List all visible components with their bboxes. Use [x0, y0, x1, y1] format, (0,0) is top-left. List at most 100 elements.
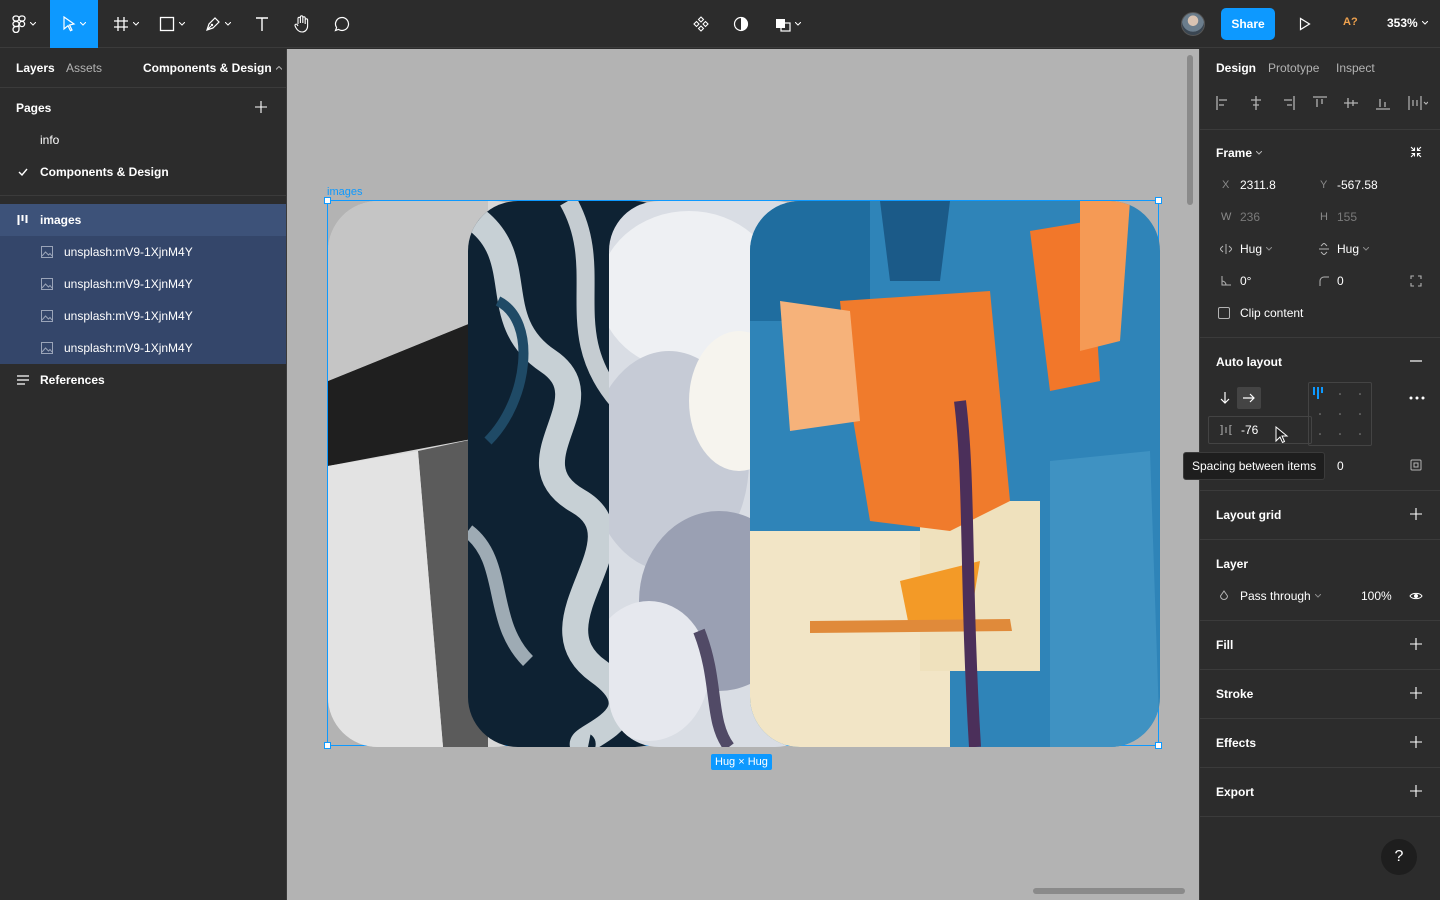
corner-radius-field[interactable]: 0 — [1337, 274, 1344, 288]
corner-radius-icon — [1319, 276, 1329, 286]
component-diamonds-icon — [693, 16, 709, 32]
tab-assets[interactable]: Assets — [66, 61, 102, 75]
align-right-icon[interactable] — [1281, 96, 1295, 110]
rotation-icon — [1221, 276, 1231, 286]
frame-tool-button[interactable] — [106, 0, 146, 48]
x-label: X — [1222, 179, 1230, 191]
resize-handle-bottom-left[interactable] — [324, 742, 331, 749]
design-canvas[interactable]: images Hug × Hug — [287, 49, 1199, 900]
height-field[interactable]: 155 — [1337, 210, 1357, 224]
individual-padding-icon[interactable] — [1410, 459, 1422, 471]
zoom-dropdown[interactable]: 353% — [1387, 16, 1428, 30]
share-button[interactable]: Share — [1221, 8, 1275, 40]
width-field[interactable]: 236 — [1240, 210, 1260, 224]
tab-layers[interactable]: Layers — [16, 61, 55, 75]
page-selector-label: Components & Design — [143, 61, 272, 75]
layer-image[interactable]: unsplash:mV9-1XjnM4Y — [0, 268, 286, 300]
spacing-field-box[interactable]: -76 — [1208, 416, 1312, 444]
add-page-button[interactable] — [255, 101, 267, 113]
text-tool-button[interactable] — [248, 0, 276, 48]
layer-references[interactable]: References — [0, 364, 286, 396]
eye-visibility-icon[interactable] — [1409, 591, 1423, 601]
cursor-arrow-icon — [63, 16, 76, 32]
rectangle-icon — [159, 16, 175, 32]
effects-section-title: Effects — [1216, 736, 1257, 750]
frame-name-label[interactable]: images — [327, 186, 362, 198]
divider — [1200, 718, 1440, 719]
add-export-plus-icon[interactable] — [1410, 785, 1422, 797]
divider — [1200, 669, 1440, 670]
layer-image[interactable]: unsplash:mV9-1XjnM4Y — [0, 236, 286, 268]
align-vertical-center-icon[interactable] — [1344, 96, 1358, 110]
w-label: W — [1221, 211, 1232, 223]
clip-content-checkbox[interactable] — [1218, 307, 1230, 319]
main-menu-button[interactable] — [0, 0, 48, 48]
blend-mode-dropdown[interactable]: Pass through — [1240, 589, 1321, 603]
vertical-resizing-value: Hug — [1337, 242, 1360, 256]
boolean-ops-button[interactable] — [768, 0, 808, 48]
frame-type-dropdown[interactable]: Frame — [1216, 146, 1263, 160]
rotation-field[interactable]: 0° — [1240, 274, 1251, 288]
layer-image[interactable]: unsplash:mV9-1XjnM4Y — [0, 332, 286, 364]
add-effect-plus-icon[interactable] — [1410, 736, 1422, 748]
y-field[interactable]: -567.58 — [1337, 178, 1378, 192]
help-button[interactable]: ? — [1381, 839, 1417, 875]
direction-horizontal-button[interactable] — [1237, 387, 1261, 409]
accessibility-badge[interactable]: A? — [1343, 16, 1358, 28]
collapse-arrows-icon[interactable] — [1410, 146, 1422, 158]
resize-handle-top-right[interactable] — [1155, 197, 1162, 204]
distribute-icon[interactable] — [1408, 96, 1428, 110]
tab-design[interactable]: Design — [1216, 61, 1256, 75]
painting-image — [750, 201, 1160, 747]
layer-image[interactable]: unsplash:mV9-1XjnM4Y — [0, 300, 286, 332]
horizontal-resizing-dropdown[interactable]: Hug — [1240, 242, 1273, 256]
comment-tool-button[interactable] — [328, 0, 356, 48]
add-layout-grid-plus-icon[interactable] — [1410, 508, 1422, 520]
tooltip: Spacing between items — [1183, 452, 1326, 480]
page-item-info[interactable]: info — [0, 124, 286, 156]
padding-field[interactable]: 0 — [1337, 459, 1344, 473]
page-item-components-design[interactable]: Components & Design — [0, 156, 286, 188]
add-stroke-plus-icon[interactable] — [1410, 687, 1422, 699]
contrast-half-circle-icon — [733, 16, 749, 32]
more-options-icon[interactable] — [1409, 396, 1425, 400]
horizontal-scrollbar[interactable] — [1033, 888, 1185, 894]
divider — [1200, 816, 1440, 817]
vertical-resizing-dropdown[interactable]: Hug — [1337, 242, 1370, 256]
align-horizontal-center-icon[interactable] — [1249, 96, 1263, 110]
image-card-painting[interactable] — [750, 201, 1160, 747]
arrow-down-icon[interactable] — [1220, 392, 1230, 404]
resize-handle-bottom-right[interactable] — [1155, 742, 1162, 749]
alignment-grid[interactable] — [1308, 382, 1372, 446]
tab-prototype[interactable]: Prototype — [1268, 61, 1319, 75]
x-field[interactable]: 2311.8 — [1240, 178, 1276, 192]
opacity-field[interactable]: 100% — [1361, 589, 1392, 603]
layer-images-frame[interactable]: images — [0, 204, 286, 236]
hand-tool-button[interactable] — [288, 0, 316, 48]
divider — [1200, 539, 1440, 540]
page-selector[interactable]: Components & Design — [143, 61, 282, 75]
components-button[interactable] — [688, 0, 714, 48]
images-autolayout-frame[interactable] — [324, 197, 1162, 749]
layout-grid-title: Layout grid — [1216, 508, 1282, 522]
layers-panel: Layers Assets Components & Design Pages … — [0, 49, 287, 900]
layer-label: unsplash:mV9-1XjnM4Y — [64, 341, 193, 355]
comment-bubble-icon — [334, 16, 350, 32]
independent-corners-icon[interactable] — [1410, 275, 1422, 287]
minus-icon[interactable] — [1410, 360, 1422, 362]
vertical-scrollbar[interactable] — [1187, 55, 1193, 205]
present-button[interactable] — [1292, 0, 1318, 48]
user-avatar[interactable] — [1181, 12, 1205, 36]
align-left-icon[interactable] — [1216, 96, 1230, 110]
shape-tool-button[interactable] — [152, 0, 192, 48]
align-top-icon[interactable] — [1313, 96, 1327, 110]
add-fill-plus-icon[interactable] — [1410, 638, 1422, 650]
align-bottom-icon[interactable] — [1376, 96, 1390, 110]
resize-handle-top-left[interactable] — [324, 197, 331, 204]
tab-inspect[interactable]: Inspect — [1336, 61, 1375, 75]
horizontal-resizing-value: Hug — [1240, 242, 1263, 256]
pen-tool-button[interactable] — [198, 0, 238, 48]
move-tool-button[interactable] — [50, 0, 98, 48]
mask-button[interactable] — [728, 0, 754, 48]
pages-title: Pages — [16, 101, 52, 115]
